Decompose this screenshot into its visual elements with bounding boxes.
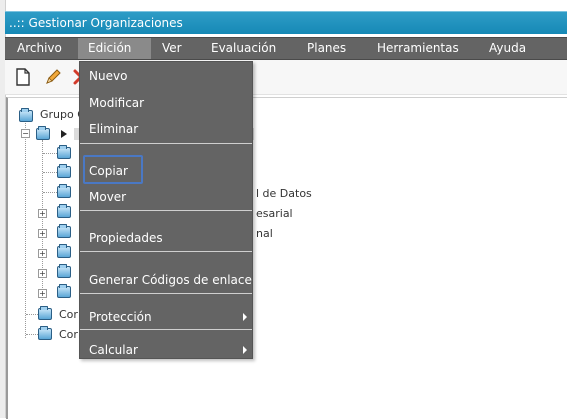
menu-item-calcular[interactable]: Calcular xyxy=(80,341,252,359)
folder-icon xyxy=(36,126,50,140)
menu-item-propiedades[interactable]: Propiedades xyxy=(80,229,252,247)
folder-icon xyxy=(57,145,71,159)
menu-item-generar-codigos[interactable]: Generar Códigos de enlace xyxy=(80,271,252,289)
folder-icon xyxy=(57,244,71,258)
expand-toggle[interactable]: + xyxy=(38,269,47,278)
menu-item-mover[interactable]: Mover xyxy=(80,188,252,206)
menu-ayuda[interactable]: Ayuda xyxy=(489,38,526,59)
menu-herramientas[interactable]: Herramientas xyxy=(377,38,459,59)
tree-node-label[interactable]: l de Datos xyxy=(256,187,312,200)
tree-node-label[interactable]: Cor xyxy=(59,308,78,321)
menu-item-eliminar[interactable]: Eliminar xyxy=(80,120,252,138)
menu-archivo[interactable]: Archivo xyxy=(17,38,62,59)
menu-separator xyxy=(80,329,252,330)
window-title-bar[interactable]: ..:: Gestionar Organizaciones xyxy=(5,11,567,34)
menu-ver[interactable]: Ver xyxy=(162,38,182,59)
tree-line xyxy=(43,192,57,193)
expand-toggle[interactable]: + xyxy=(38,229,47,238)
window-title: ..:: Gestionar Organizaciones xyxy=(9,16,183,30)
tree-node-label[interactable]: Cor xyxy=(59,328,78,341)
tree-node-label[interactable]: nal xyxy=(256,227,273,240)
edit-menu-dropdown: Nuevo Modificar Eliminar Copiar Mover Pr… xyxy=(79,61,253,359)
folder-icon xyxy=(57,224,71,238)
expand-toggle[interactable]: + xyxy=(38,289,47,298)
root-folder-icon xyxy=(19,108,33,122)
edit-pencil-icon[interactable] xyxy=(43,67,63,87)
expand-toggle[interactable]: + xyxy=(38,209,47,218)
menu-bar: Archivo Edición Ver Evaluación Planes He… xyxy=(5,37,567,60)
folder-icon xyxy=(57,184,71,198)
folder-icon xyxy=(57,284,71,298)
folder-icon xyxy=(38,306,52,320)
menu-item-modificar[interactable]: Modificar xyxy=(80,94,252,112)
submenu-arrow-icon xyxy=(243,346,247,354)
app-window: ..:: Gestionar Organizaciones Archivo Ed… xyxy=(0,0,567,419)
menu-item-proteccion[interactable]: Protección xyxy=(80,308,252,326)
menu-item-proteccion-label: Protección xyxy=(89,310,152,324)
menu-separator xyxy=(80,143,252,144)
collapse-toggle[interactable]: − xyxy=(21,129,30,138)
focused-item-highlight xyxy=(83,155,143,184)
submenu-arrow-icon xyxy=(243,313,247,321)
menu-planes[interactable]: Planes xyxy=(307,38,346,59)
tree-line xyxy=(43,172,57,173)
menu-item-calcular-label: Calcular xyxy=(89,343,138,357)
folder-icon xyxy=(57,164,71,178)
menu-separator xyxy=(80,251,252,252)
folder-icon xyxy=(38,326,52,340)
new-document-icon[interactable] xyxy=(13,67,33,87)
menu-evaluacion[interactable]: Evaluación xyxy=(211,38,276,59)
folder-icon xyxy=(57,204,71,218)
tree-line xyxy=(43,153,57,154)
menu-edicion[interactable]: Edición xyxy=(78,38,151,59)
menu-separator xyxy=(80,210,252,211)
menu-separator xyxy=(80,293,252,294)
folder-icon xyxy=(57,264,71,278)
tree-node-label[interactable]: esarial xyxy=(256,207,293,220)
play-arrow-icon xyxy=(61,130,67,138)
expand-toggle[interactable]: + xyxy=(38,249,47,258)
menu-item-nuevo[interactable]: Nuevo xyxy=(80,67,252,85)
tree-line xyxy=(25,123,26,338)
